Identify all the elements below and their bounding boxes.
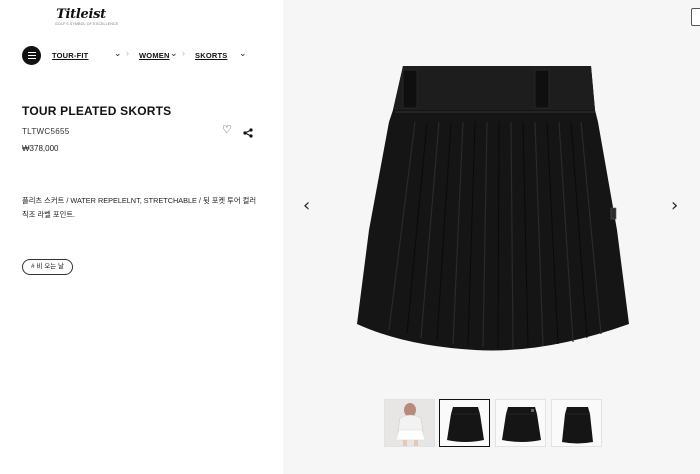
gallery-thumbnail-front[interactable] <box>439 399 490 447</box>
product-main-image <box>357 66 629 351</box>
chevron-left-icon[interactable]: ‹ <box>303 196 310 216</box>
breadcrumb-skorts[interactable]: SKORTS <box>195 51 227 60</box>
chevron-down-icon[interactable]: ⌄ <box>239 48 247 59</box>
compare-checkbox[interactable] <box>691 8 700 26</box>
chevron-right-icon[interactable]: › <box>671 196 678 216</box>
gallery-thumbnail-model[interactable] <box>384 399 435 447</box>
breadcrumb-separator-icon: › <box>126 48 129 58</box>
breadcrumb-tour-fit[interactable]: TOUR-FIT <box>52 51 88 60</box>
product-info-panel: Titleist GOLF'S SYMBOL OF EXCELLENCE TOU… <box>0 0 283 474</box>
brand-logo[interactable]: Titleist GOLF'S SYMBOL OF EXCELLENCE <box>55 7 119 27</box>
breadcrumb-women[interactable]: WOMEN <box>139 51 170 60</box>
hashtag-button[interactable]: # 비 오는 날 <box>22 259 73 275</box>
product-price: ₩378,000 <box>22 144 59 153</box>
chevron-down-icon[interactable]: ⌄ <box>114 48 122 59</box>
breadcrumb-separator-icon: › <box>182 48 185 58</box>
brand-logo-text: Titleist <box>56 7 106 22</box>
product-title: TOUR PLEATED SKORTS <box>22 104 172 118</box>
list-icon <box>27 52 36 59</box>
product-code: TLTWC5655 <box>22 127 70 136</box>
menu-button[interactable] <box>22 46 41 65</box>
gallery-thumbnail-back[interactable] <box>551 399 602 447</box>
heart-icon[interactable]: ♡ <box>222 124 232 136</box>
product-description: 플리츠 스커트 / WATER REPELELNT, STRETCHABLE /… <box>22 196 257 219</box>
chevron-down-icon[interactable]: ⌄ <box>170 48 178 59</box>
share-icon[interactable] <box>243 125 253 143</box>
gallery-thumbnail-side[interactable] <box>495 399 546 447</box>
brand-tagline: GOLF'S SYMBOL OF EXCELLENCE <box>55 22 119 26</box>
